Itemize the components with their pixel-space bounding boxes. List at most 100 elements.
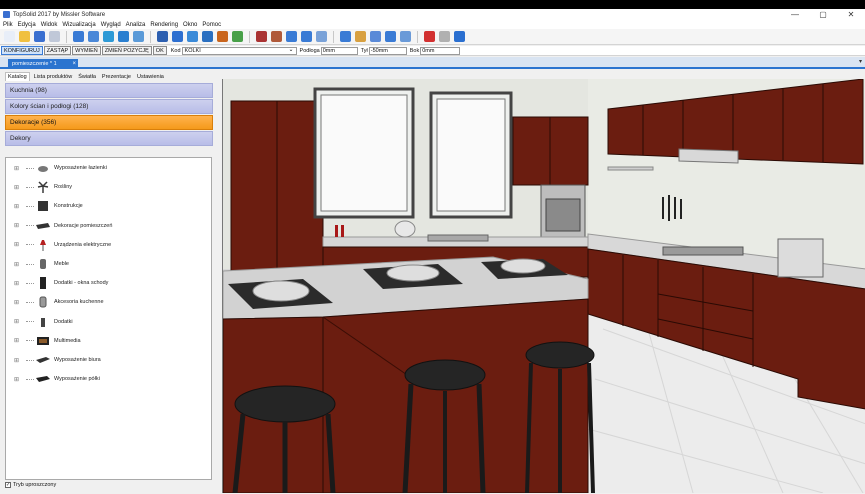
cut-icon[interactable] — [49, 31, 60, 42]
menu-rendering[interactable]: Rendering — [150, 22, 178, 28]
document-tab-label: pomieszczenie * 1 — [12, 61, 57, 67]
link-icon[interactable] — [172, 31, 183, 42]
window-title: TopSolid 2017 by Missler Software — [13, 11, 106, 18]
tree-item[interactable]: ⊞ Dodatki — [14, 315, 73, 329]
undo-icon[interactable] — [73, 31, 84, 42]
tree-item-label: Dekoracje pomieszczeń — [54, 222, 113, 229]
settings-icon[interactable] — [439, 31, 450, 42]
maximize-button[interactable]: ▢ — [809, 9, 837, 20]
replace-button[interactable]: ZASTĄP — [43, 46, 72, 55]
tree-item[interactable]: ⊞ Dodatki - okna schody — [14, 276, 108, 290]
tree-item-label: Wyposażenie biura — [54, 357, 101, 363]
tab-swiatla[interactable]: Światła — [76, 72, 98, 81]
tree-item[interactable]: ⊞ Meble — [14, 257, 69, 271]
close-tab-icon[interactable]: × — [72, 61, 76, 67]
cube-icon[interactable] — [316, 31, 327, 42]
book-icon[interactable] — [256, 31, 267, 42]
change-position-button[interactable]: ZMIEŃ POZYCJĘ — [101, 46, 152, 55]
expand-icon[interactable]: ⊞ — [14, 357, 26, 364]
camera-icon[interactable] — [385, 31, 396, 42]
select-icon[interactable] — [103, 31, 114, 42]
tree-item[interactable]: ⊞ Multimedia — [14, 334, 81, 348]
document-tab[interactable]: pomieszczenie * 1 × — [8, 59, 78, 69]
tag-icon[interactable] — [340, 31, 351, 42]
expand-icon[interactable]: ⊞ — [14, 203, 26, 210]
menu-edycja[interactable]: Edycja — [18, 22, 36, 28]
podloga-label: Podłoga — [299, 47, 320, 54]
expand-icon[interactable]: ⊞ — [14, 280, 26, 287]
menu-wizualizacja[interactable]: Wizualizacja — [62, 22, 95, 28]
open-folder-icon[interactable] — [19, 31, 30, 42]
expand-icon[interactable]: ⊞ — [14, 318, 26, 325]
menu-wyglad[interactable]: Wygląd — [101, 22, 121, 28]
app-logo-icon — [3, 11, 10, 18]
curve-icon[interactable] — [286, 31, 297, 42]
category-dekoracje[interactable]: Dekoracje (356) — [5, 115, 213, 130]
align-icon[interactable] — [157, 31, 168, 42]
delete-icon[interactable] — [88, 31, 99, 42]
tree-item[interactable]: ⊞ Wyposażenie biura — [14, 353, 101, 367]
tree-item[interactable]: ⊞ Wyposażenie półki — [14, 372, 100, 386]
swap-button[interactable]: WYMIEŃ — [72, 46, 101, 55]
minimize-button[interactable]: — — [781, 9, 809, 20]
bok-field[interactable]: 0mm — [420, 46, 461, 55]
tab-ustawienia[interactable]: Ustawienia — [135, 72, 166, 81]
material-icon[interactable] — [232, 31, 243, 42]
expand-icon[interactable]: ⊞ — [14, 241, 26, 248]
tree-item[interactable]: ⊞ Wyposażenie łazienki — [14, 161, 107, 175]
expand-icon[interactable]: ⊞ — [14, 165, 26, 172]
expand-icon[interactable]: ⊞ — [14, 222, 26, 229]
tab-katalog[interactable]: Katalog — [5, 72, 30, 81]
menu-analiza[interactable]: Analiza — [126, 22, 146, 28]
help-icon[interactable] — [454, 31, 465, 42]
tyl-field[interactable]: -50mm — [368, 46, 407, 55]
wood-icon[interactable] — [271, 31, 282, 42]
copy-icon[interactable] — [133, 31, 144, 42]
tab-menu-arrow-icon[interactable]: ▾ — [859, 58, 862, 65]
command-bar: KONFIGURUJ ZASTĄP WYMIEŃ ZMIEŃ POZYCJĘ O… — [0, 46, 865, 56]
tree-item[interactable]: ⊞ Dekoracje pomieszczeń — [14, 219, 112, 233]
sink-icon — [36, 162, 50, 174]
expand-icon[interactable]: ⊞ — [14, 337, 26, 344]
menu-widok[interactable]: Widok — [41, 22, 58, 28]
kod-label: Kod — [170, 47, 181, 54]
category-kolory[interactable]: Kolory ścian i podłogi (128) — [5, 99, 213, 114]
ok-button[interactable]: OK — [152, 46, 167, 55]
menu-pomoc[interactable]: Pomoc — [202, 22, 221, 28]
expand-icon[interactable]: ⊞ — [14, 261, 26, 268]
expand-icon[interactable]: ⊞ — [14, 376, 26, 383]
tree-item[interactable]: ⊞ Urządzenia elektryczne — [14, 238, 111, 252]
configure-button[interactable]: KONFIGURUJ — [1, 46, 43, 55]
podloga-field[interactable]: 0mm — [320, 46, 358, 55]
expand-icon[interactable]: ⊞ — [14, 299, 26, 306]
tab-lista-produktow[interactable]: Lista produktów — [32, 72, 75, 81]
tree-item[interactable]: ⊞ Konstrukcje — [14, 199, 83, 213]
render-icon[interactable] — [355, 31, 366, 42]
tab-prezentacje[interactable]: Prezentacje — [100, 72, 133, 81]
shelf-icon — [36, 373, 50, 385]
simplified-mode-checkbox[interactable]: ✓ — [5, 482, 11, 488]
main-toolbar — [0, 29, 865, 45]
new-file-icon[interactable] — [4, 31, 15, 42]
close-window-button[interactable]: ✕ — [837, 9, 865, 20]
tree-connector — [26, 340, 34, 342]
menu-okno[interactable]: Okno — [183, 22, 197, 28]
save-icon[interactable] — [34, 31, 45, 42]
tree-item[interactable]: ⊞ Rośliny — [14, 180, 72, 194]
kod-combobox[interactable]: KOLKI — [181, 46, 297, 55]
paint-icon[interactable] — [217, 31, 228, 42]
category-dekory[interactable]: Dekory — [5, 131, 213, 146]
expand-icon[interactable]: ⊞ — [14, 184, 26, 191]
tree-item[interactable]: ⊞ Akcesoria kuchenne — [14, 295, 104, 309]
rotate-icon[interactable] — [301, 31, 312, 42]
category-kuchnia[interactable]: Kuchnia (98) — [5, 83, 213, 98]
display-icon[interactable] — [400, 31, 411, 42]
measure-icon[interactable] — [187, 31, 198, 42]
hierarchy-icon[interactable] — [202, 31, 213, 42]
close-red-icon[interactable] — [424, 31, 435, 42]
move-icon[interactable] — [118, 31, 129, 42]
menu-plik[interactable]: Plik — [3, 22, 13, 28]
bok-label: Bok — [409, 47, 420, 54]
view-icon[interactable] — [370, 31, 381, 42]
3d-viewport[interactable] — [222, 79, 865, 493]
